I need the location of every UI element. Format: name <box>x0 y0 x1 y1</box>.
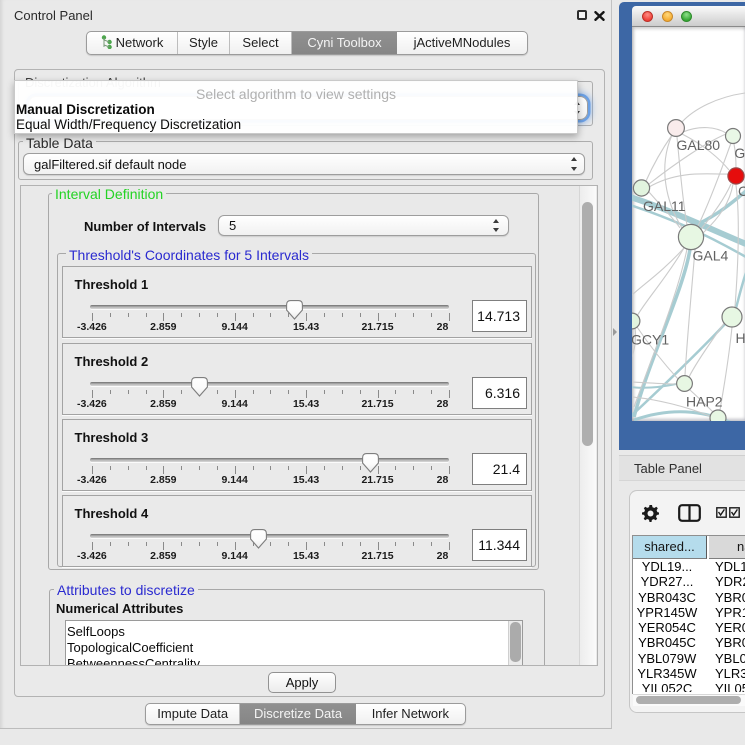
svg-text:GAL11: GAL11 <box>643 198 686 214</box>
svg-text:HAP2: HAP2 <box>686 394 723 410</box>
svg-text:GCY1: GCY1 <box>632 332 669 348</box>
svg-text:H: H <box>736 330 745 346</box>
svg-text:GAL: GAL <box>734 145 745 161</box>
svg-text:C: C <box>738 183 745 199</box>
svg-text:GAL4: GAL4 <box>693 248 729 264</box>
svg-text:GAL80: GAL80 <box>677 137 721 153</box>
